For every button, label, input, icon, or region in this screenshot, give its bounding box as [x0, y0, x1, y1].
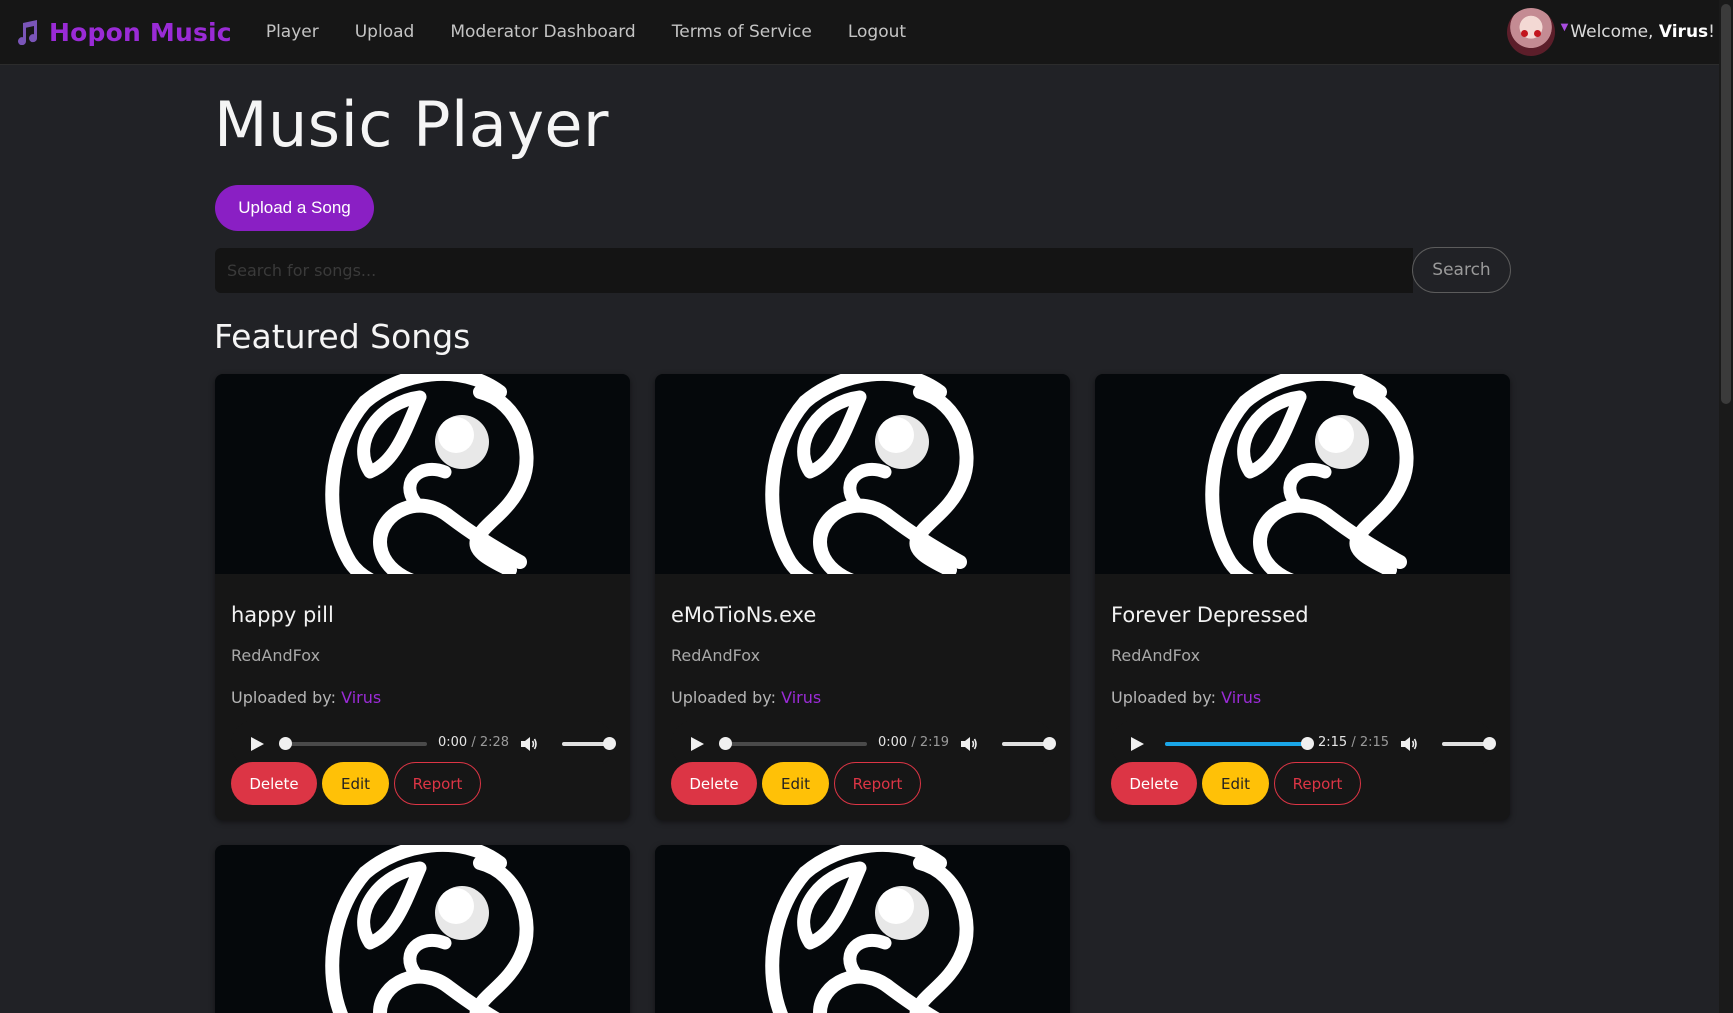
- audio-player: 0:00 / 2:19: [671, 720, 1056, 768]
- featured-songs-title: Featured Songs: [214, 317, 471, 356]
- delete-button[interactable]: Delete: [671, 762, 757, 805]
- edit-button[interactable]: Edit: [322, 762, 389, 805]
- volume-icon[interactable]: [1400, 736, 1418, 752]
- user-menu[interactable]: ▼ Welcome, Virus!: [1506, 8, 1715, 56]
- song-cover-image: [215, 845, 630, 1013]
- progress-knob[interactable]: [719, 737, 732, 750]
- uploader-link[interactable]: Virus: [781, 688, 821, 707]
- song-cover-image: [655, 374, 1070, 574]
- progress-slider[interactable]: [719, 737, 867, 750]
- song-cover-image: [215, 374, 630, 574]
- uploader-link[interactable]: Virus: [341, 688, 381, 707]
- progress-knob[interactable]: [1301, 737, 1314, 750]
- uploaded-by: Uploaded by: Virus: [1111, 688, 1262, 707]
- volume-icon[interactable]: [520, 736, 538, 752]
- song-card: happy pill RedAndFox Uploaded by: Virus …: [215, 374, 630, 820]
- avatar-eye: [1520, 30, 1528, 37]
- progress-slider[interactable]: [1165, 737, 1314, 750]
- song-actions: Delete Edit Report: [1111, 762, 1366, 805]
- report-button[interactable]: Report: [1274, 762, 1361, 805]
- time-display: 0:00 / 2:19: [878, 735, 950, 750]
- welcome-text: Welcome, Virus!: [1570, 22, 1715, 42]
- page-title: Music Player: [214, 88, 610, 161]
- uploaded-by: Uploaded by: Virus: [231, 688, 382, 707]
- progress-fill: [1165, 742, 1307, 746]
- uploaded-by: Uploaded by: Virus: [671, 688, 822, 707]
- delete-button[interactable]: Delete: [231, 762, 317, 805]
- song-title: Forever Depressed: [1111, 603, 1309, 627]
- song-title: eMoTioNs.exe: [671, 603, 817, 627]
- song-cover-image: [655, 845, 1070, 1013]
- search-button[interactable]: Search: [1412, 247, 1511, 293]
- song-cover-image: [1095, 374, 1510, 574]
- username: Virus: [1658, 22, 1709, 42]
- play-icon[interactable]: [1131, 737, 1144, 751]
- volume-slider[interactable]: [1442, 737, 1496, 750]
- scrollbar-thumb[interactable]: [1721, 4, 1731, 404]
- song-card: Forever Depressed RedAndFox Uploaded by:…: [1095, 374, 1510, 820]
- song-artist: RedAndFox: [1111, 646, 1201, 665]
- song-artist: RedAndFox: [231, 646, 321, 665]
- nav-link-moderator-dashboard[interactable]: Moderator Dashboard: [450, 22, 635, 42]
- brand[interactable]: Hopon Music: [15, 18, 232, 47]
- play-icon[interactable]: [251, 737, 264, 751]
- edit-button[interactable]: Edit: [1202, 762, 1269, 805]
- song-actions: Delete Edit Report: [671, 762, 926, 805]
- song-title: happy pill: [231, 603, 334, 627]
- edit-button[interactable]: Edit: [762, 762, 829, 805]
- report-button[interactable]: Report: [834, 762, 921, 805]
- uploader-link[interactable]: Virus: [1221, 688, 1261, 707]
- nav-links: Player Upload Moderator Dashboard Terms …: [266, 22, 942, 42]
- search-input[interactable]: [215, 248, 1413, 293]
- report-button[interactable]: Report: [394, 762, 481, 805]
- play-icon[interactable]: [691, 737, 704, 751]
- time-display: 0:00 / 2:28: [438, 735, 510, 750]
- volume-slider[interactable]: [562, 737, 616, 750]
- delete-button[interactable]: Delete: [1111, 762, 1197, 805]
- nav-link-player[interactable]: Player: [266, 22, 319, 42]
- volume-icon[interactable]: [960, 736, 978, 752]
- song-actions: Delete Edit Report: [231, 762, 486, 805]
- upload-song-button[interactable]: Upload a Song: [215, 185, 374, 231]
- song-card: [655, 845, 1070, 1013]
- page-scrollbar[interactable]: [1719, 0, 1733, 1013]
- audio-player: 2:15 / 2:15: [1111, 720, 1496, 768]
- brand-name: Hopon Music: [49, 17, 232, 47]
- avatar-eye: [1533, 30, 1541, 37]
- audio-player: 0:00 / 2:28: [231, 720, 616, 768]
- song-card: eMoTioNs.exe RedAndFox Uploaded by: Viru…: [655, 374, 1070, 820]
- song-card: [215, 845, 630, 1013]
- song-artist: RedAndFox: [671, 646, 761, 665]
- nav-link-upload[interactable]: Upload: [355, 22, 415, 42]
- music-note-icon: [18, 20, 38, 45]
- progress-knob[interactable]: [279, 737, 292, 750]
- time-display: 2:15 / 2:15: [1318, 735, 1390, 750]
- avatar[interactable]: [1506, 8, 1555, 56]
- volume-knob[interactable]: [1483, 737, 1496, 750]
- volume-knob[interactable]: [603, 737, 616, 750]
- navbar: Hopon Music Player Upload Moderator Dash…: [0, 0, 1733, 65]
- caret-down-icon[interactable]: ▼: [1561, 22, 1569, 33]
- nav-link-terms-of-service[interactable]: Terms of Service: [672, 22, 812, 42]
- nav-link-logout[interactable]: Logout: [848, 22, 906, 42]
- volume-slider[interactable]: [1002, 737, 1056, 750]
- progress-slider[interactable]: [279, 737, 427, 750]
- volume-knob[interactable]: [1043, 737, 1056, 750]
